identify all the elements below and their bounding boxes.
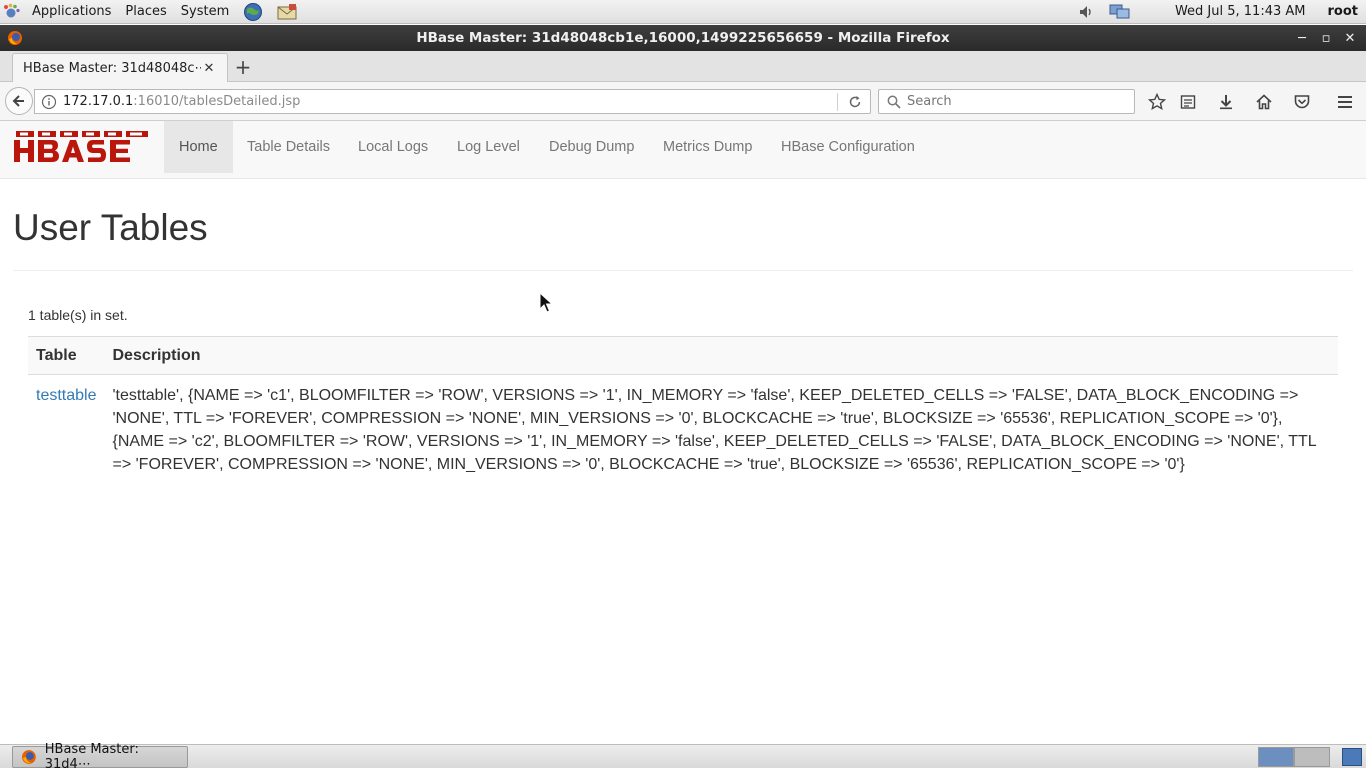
nav-home[interactable]: Home: [164, 121, 233, 173]
back-button[interactable]: [5, 87, 33, 115]
table-header-row: Table Description: [28, 336, 1338, 375]
volume-icon[interactable]: [1075, 2, 1097, 22]
title-divider: [13, 270, 1353, 271]
applications-menu[interactable]: Applications: [25, 0, 118, 24]
new-tab-icon[interactable]: +: [232, 55, 254, 79]
window-titlebar[interactable]: HBase Master: 31d48048cb1e,16000,1499225…: [0, 25, 1366, 51]
hbase-navbar: Home Table Details Local Logs Log Level …: [0, 121, 1366, 179]
downloads-icon[interactable]: [1215, 91, 1237, 113]
mouse-cursor-icon: [539, 292, 553, 313]
bottom-taskbar: HBase Master: 31d4⋯: [0, 742, 1366, 768]
mail-launcher-icon[interactable]: [275, 2, 299, 22]
minimize-icon[interactable]: ─: [1290, 26, 1314, 50]
bookmark-star-icon[interactable]: [1146, 91, 1168, 113]
search-input[interactable]: [907, 94, 1127, 109]
nav-local-logs[interactable]: Local Logs: [343, 121, 443, 173]
tab-title: HBase Master: 31d48048c⋯: [23, 61, 201, 76]
taskbar-firefox-window[interactable]: HBase Master: 31d4⋯: [12, 742, 188, 768]
maximize-icon[interactable]: ▫: [1314, 26, 1338, 50]
close-tab-icon[interactable]: ✕: [201, 61, 217, 77]
nav-log-level[interactable]: Log Level: [442, 121, 535, 173]
url-bar[interactable]: 172.17.0.1:16010/tablesDetailed.jsp: [34, 89, 871, 114]
panel-user[interactable]: root: [1328, 4, 1359, 19]
user-tables-table: Table Description testtable 'testtable',…: [28, 336, 1338, 485]
page-title: User Tables: [13, 207, 208, 248]
taskbar-window-label: HBase Master: 31d4⋯: [44, 742, 139, 768]
show-desktop-icon[interactable]: [1342, 748, 1362, 766]
system-menu[interactable]: System: [174, 0, 236, 24]
table-count: 1 table(s) in set.: [28, 307, 128, 323]
navigation-toolbar: 172.17.0.1:16010/tablesDetailed.jsp: [0, 82, 1366, 121]
tab-strip: HBase Master: 31d48048c⋯ ✕ +: [0, 51, 1366, 83]
close-window-icon[interactable]: ✕: [1338, 26, 1362, 50]
site-info-icon[interactable]: [41, 94, 57, 110]
hamburger-menu-icon[interactable]: [1334, 91, 1356, 113]
browser-tab[interactable]: HBase Master: 31d48048c⋯ ✕: [12, 53, 228, 83]
home-icon[interactable]: [1253, 91, 1275, 113]
search-icon: [887, 95, 901, 109]
pocket-icon[interactable]: [1291, 91, 1313, 113]
reload-icon[interactable]: [846, 93, 864, 111]
web-browser-launcher-icon[interactable]: [241, 2, 265, 22]
nav-metrics-dump[interactable]: Metrics Dump: [648, 121, 767, 173]
table-row: testtable 'testtable', {NAME => 'c1', BL…: [28, 375, 1338, 486]
nav-debug-dump[interactable]: Debug Dump: [534, 121, 649, 173]
top-panel: Applications Places System Wed Jul 5, 11…: [0, 0, 1366, 24]
search-bar[interactable]: [878, 89, 1135, 114]
nav-hbase-configuration[interactable]: HBase Configuration: [766, 121, 930, 173]
nav-table-details[interactable]: Table Details: [232, 121, 345, 173]
table-link-testtable[interactable]: testtable: [36, 387, 96, 404]
places-menu[interactable]: Places: [118, 0, 173, 24]
back-arrow-icon: [12, 95, 24, 107]
window-title: HBase Master: 31d48048cb1e,16000,1499225…: [416, 30, 950, 46]
network-icon[interactable]: [1109, 2, 1131, 22]
workspace-1[interactable]: [1258, 747, 1294, 767]
column-header-table: Table: [28, 336, 105, 375]
firefox-icon: [21, 750, 36, 764]
url-host: 172.17.0.1: [63, 94, 134, 109]
url-path: :16010/tablesDetailed.jsp: [133, 94, 301, 109]
column-header-description: Description: [104, 336, 1338, 375]
workspace-switcher[interactable]: [1258, 747, 1330, 767]
hbase-logo[interactable]: [14, 129, 150, 165]
panel-clock[interactable]: Wed Jul 5, 11:43 AM: [1175, 4, 1306, 19]
table-description: 'testtable', {NAME => 'c1', BLOOMFILTER …: [112, 387, 1317, 473]
reading-list-icon[interactable]: [1177, 91, 1199, 113]
workspace-2[interactable]: [1294, 747, 1330, 767]
firefox-icon: [8, 31, 22, 45]
gnome-foot-icon[interactable]: [2, 3, 20, 21]
